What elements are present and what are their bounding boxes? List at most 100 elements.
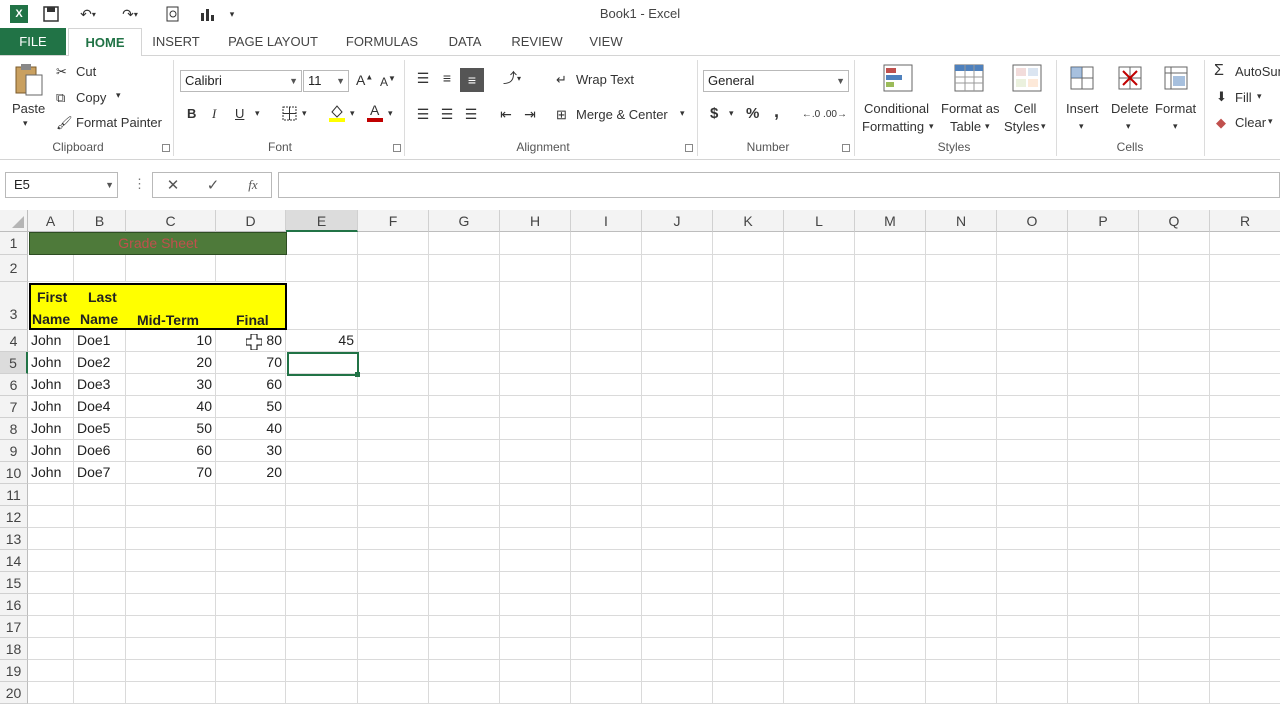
cell[interactable] [642, 528, 713, 550]
cell[interactable] [1068, 418, 1139, 440]
cell[interactable] [926, 484, 997, 506]
format-as-table-icon[interactable] [951, 62, 987, 94]
cell[interactable] [997, 232, 1068, 255]
cell[interactable] [74, 484, 126, 506]
cell[interactable] [713, 616, 784, 638]
cell[interactable] [500, 528, 571, 550]
cut-button[interactable]: Cut [76, 64, 96, 79]
cell[interactable] [855, 396, 926, 418]
cell[interactable] [358, 506, 429, 528]
cell[interactable] [500, 440, 571, 462]
cell[interactable] [1210, 528, 1280, 550]
cell[interactable] [997, 462, 1068, 484]
tab-review[interactable]: REVIEW [504, 28, 570, 55]
cell[interactable] [784, 282, 855, 330]
cell[interactable] [642, 418, 713, 440]
cell[interactable] [926, 616, 997, 638]
cell[interactable] [855, 440, 926, 462]
cell[interactable] [286, 594, 358, 616]
cell[interactable] [1068, 506, 1139, 528]
name-cell[interactable]: Doe5 [74, 418, 126, 440]
cell[interactable] [855, 462, 926, 484]
score-cell[interactable]: 30 [126, 374, 216, 396]
cell[interactable] [28, 594, 74, 616]
score-cell[interactable]: 20 [216, 462, 286, 484]
cell[interactable] [74, 594, 126, 616]
name-cell[interactable]: John [28, 374, 74, 396]
decrease-decimal-icon[interactable]: .00→ [823, 104, 847, 124]
cell[interactable] [1210, 418, 1280, 440]
clear-button[interactable]: Clear [1235, 115, 1266, 130]
column-header-r[interactable]: R [1210, 210, 1280, 232]
cell[interactable] [855, 232, 926, 255]
name-cell[interactable]: John [28, 440, 74, 462]
row-header-8[interactable]: 8 [0, 418, 28, 440]
cell[interactable] [429, 418, 500, 440]
cell[interactable] [784, 484, 855, 506]
name-cell[interactable]: Doe1 [74, 330, 126, 352]
name-cell[interactable]: Doe2 [74, 352, 126, 374]
align-top-icon[interactable]: ☰ [413, 68, 433, 88]
cell[interactable] [1139, 374, 1210, 396]
cell[interactable] [642, 396, 713, 418]
decrease-indent-icon[interactable]: ⇤ [496, 104, 516, 124]
row-header-4[interactable]: 4 [0, 330, 28, 352]
cell[interactable] [1068, 282, 1139, 330]
cell[interactable] [1139, 638, 1210, 660]
header-block[interactable]: First Name Last Name Mid-Term Final [29, 283, 287, 330]
fill-color-dropdown-icon[interactable]: ▾ [350, 108, 355, 119]
cell[interactable] [926, 418, 997, 440]
cell[interactable] [855, 484, 926, 506]
cell[interactable] [216, 616, 286, 638]
column-header-e[interactable]: E [286, 210, 358, 232]
cell[interactable] [571, 572, 642, 594]
cell[interactable] [126, 616, 216, 638]
cell[interactable] [571, 374, 642, 396]
cell[interactable] [286, 374, 358, 396]
cell[interactable] [500, 660, 571, 682]
comma-button[interactable]: , [774, 101, 779, 122]
cell[interactable] [642, 374, 713, 396]
name-cell[interactable]: Doe6 [74, 440, 126, 462]
cell[interactable] [126, 572, 216, 594]
align-bottom-icon[interactable]: ≡ [460, 68, 484, 92]
cell[interactable] [784, 330, 855, 352]
cell[interactable] [429, 330, 500, 352]
tab-home[interactable]: HOME [68, 28, 142, 57]
score-cell[interactable]: 50 [216, 396, 286, 418]
cell[interactable] [28, 572, 74, 594]
cell[interactable] [855, 660, 926, 682]
tab-insert[interactable]: INSERT [145, 28, 207, 55]
cell[interactable] [571, 330, 642, 352]
cell[interactable] [1139, 616, 1210, 638]
cell[interactable] [216, 255, 286, 282]
cell[interactable] [571, 528, 642, 550]
score-cell[interactable]: 30 [216, 440, 286, 462]
cell[interactable] [855, 255, 926, 282]
cell[interactable] [784, 660, 855, 682]
cell-styles-icon[interactable] [1009, 62, 1045, 94]
row-header-11[interactable]: 11 [0, 484, 28, 506]
cell[interactable] [571, 616, 642, 638]
cell[interactable] [1068, 396, 1139, 418]
cell[interactable] [926, 255, 997, 282]
cell[interactable] [286, 638, 358, 660]
conditional-formatting-label[interactable]: Conditional [864, 101, 929, 116]
cell[interactable] [784, 396, 855, 418]
copy-button[interactable]: Copy [76, 90, 106, 105]
cell[interactable] [713, 484, 784, 506]
cell[interactable] [1068, 462, 1139, 484]
cell[interactable] [1139, 418, 1210, 440]
selected-cell-outline[interactable] [287, 352, 359, 376]
cancel-icon[interactable]: ✕ [163, 176, 183, 194]
cell[interactable] [571, 484, 642, 506]
cell[interactable] [286, 506, 358, 528]
font-color-icon[interactable]: A [365, 102, 385, 122]
cell[interactable] [997, 396, 1068, 418]
cell[interactable] [28, 550, 74, 572]
cell[interactable] [784, 616, 855, 638]
format-dropdown-icon[interactable]: ▾ [1173, 121, 1178, 132]
increase-font-icon[interactable]: A▲ [356, 72, 373, 88]
cell[interactable] [500, 330, 571, 352]
name-cell[interactable]: Doe3 [74, 374, 126, 396]
